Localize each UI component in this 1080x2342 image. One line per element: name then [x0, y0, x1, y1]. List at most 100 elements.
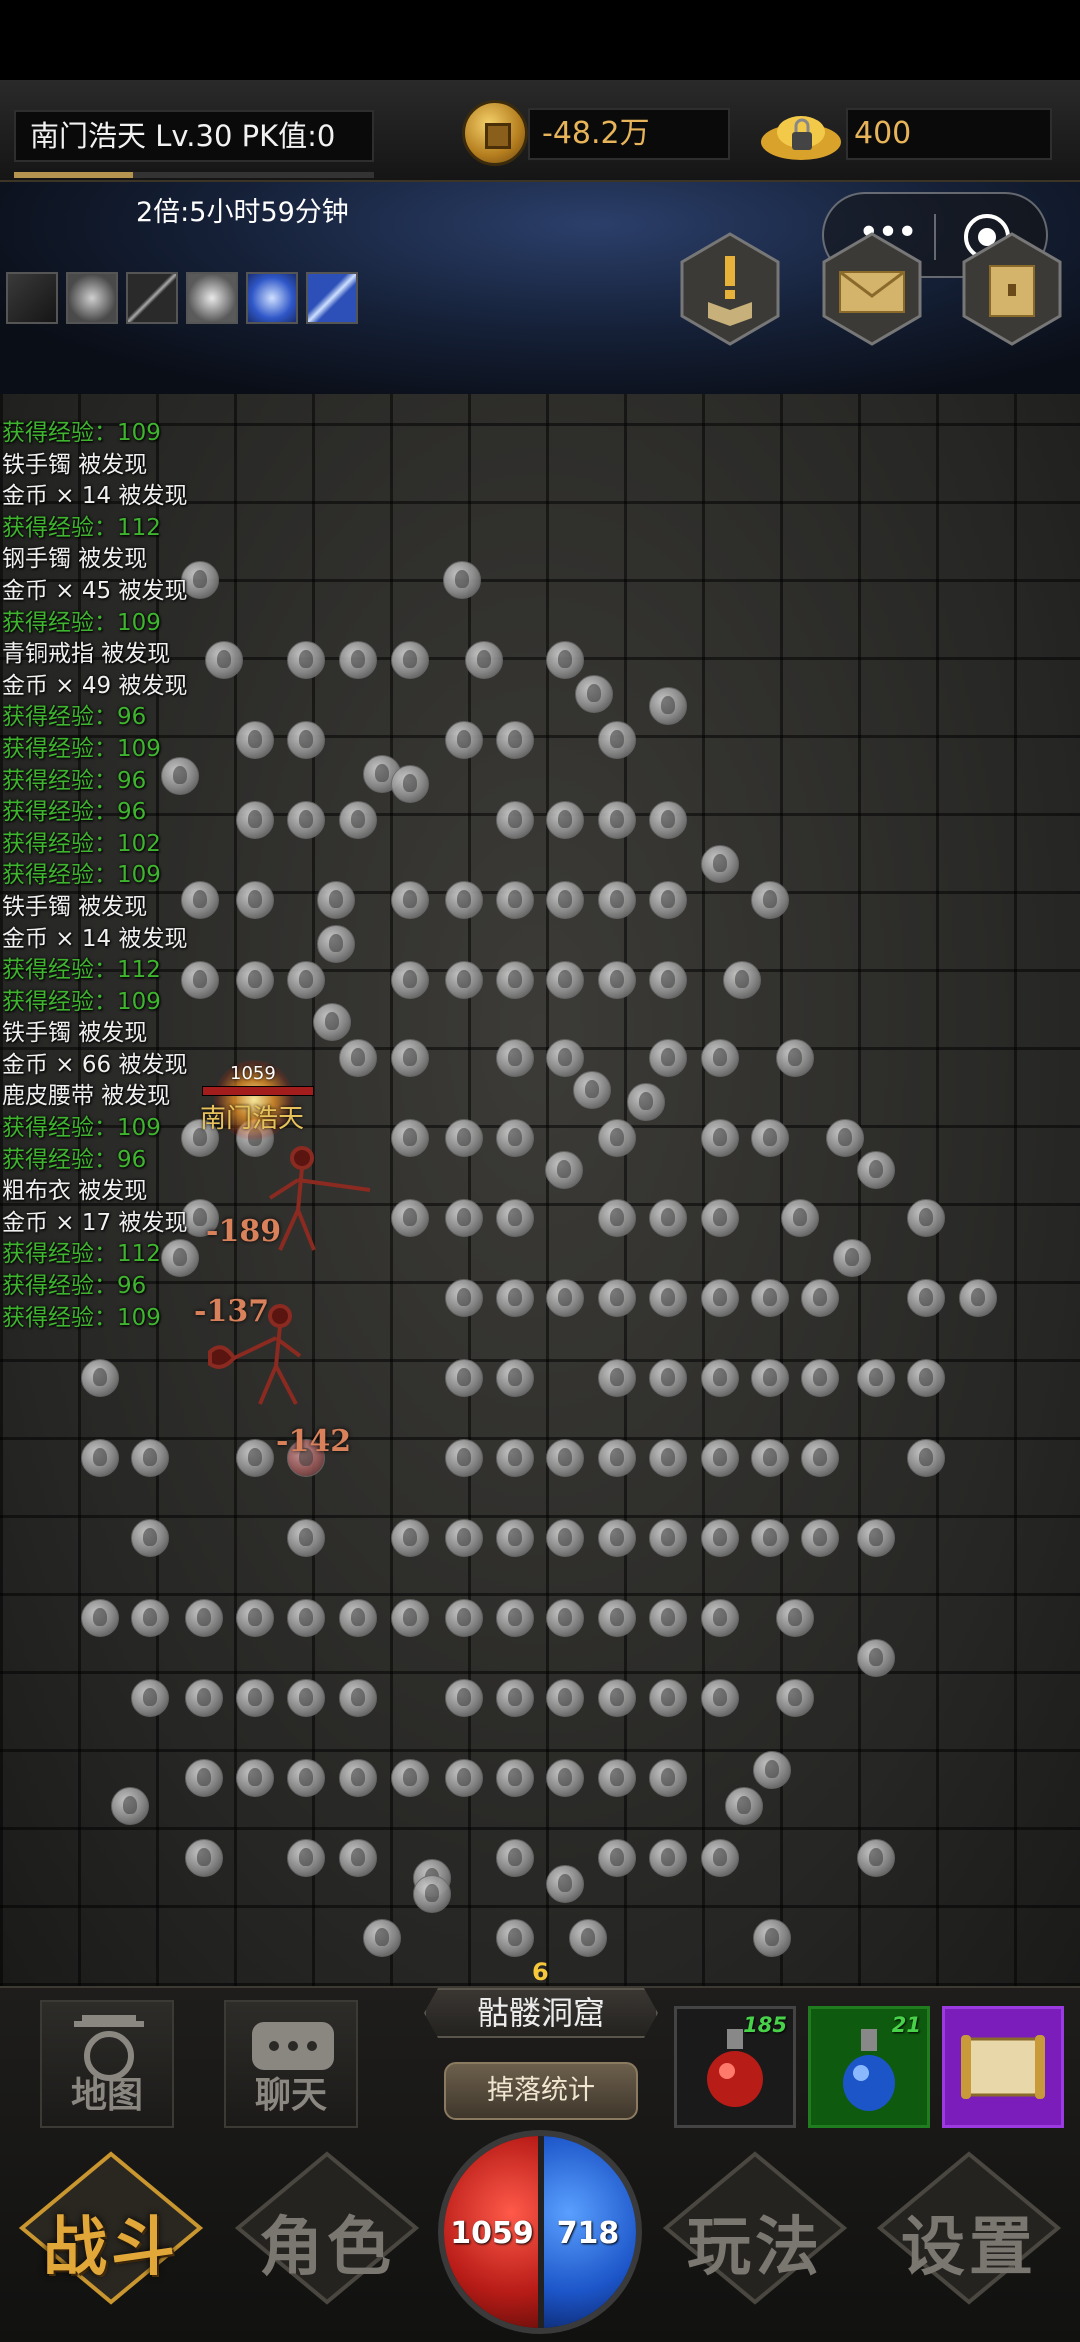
- monster-orb-icon[interactable]: [443, 561, 481, 599]
- monster-orb-icon[interactable]: [776, 1679, 814, 1717]
- skull-skill-icon[interactable]: [246, 272, 298, 324]
- monster-orb-icon[interactable]: [391, 1039, 429, 1077]
- monster-orb-icon[interactable]: [546, 1599, 584, 1637]
- monster-orb-icon[interactable]: [723, 961, 761, 999]
- monster-orb-icon[interactable]: [649, 1199, 687, 1237]
- monster-orb-icon[interactable]: [546, 1439, 584, 1477]
- monster-orb-icon[interactable]: [751, 881, 789, 919]
- monster-orb-icon[interactable]: [496, 801, 534, 839]
- monster-orb-icon[interactable]: [701, 1199, 739, 1237]
- monster-orb-icon[interactable]: [959, 1279, 997, 1317]
- drop-stats-button[interactable]: 掉落统计: [444, 2062, 638, 2120]
- monster-orb-icon[interactable]: [445, 1599, 483, 1637]
- monster-orb-icon[interactable]: [445, 1759, 483, 1797]
- monster-orb-icon[interactable]: [445, 1279, 483, 1317]
- monster-orb-icon[interactable]: [445, 1119, 483, 1157]
- monster-orb-icon[interactable]: [781, 1199, 819, 1237]
- monster-orb-icon[interactable]: [339, 641, 377, 679]
- monster-orb-icon[interactable]: [649, 1439, 687, 1477]
- hp-potion-slot[interactable]: 185: [674, 2006, 796, 2128]
- monster-orb-icon[interactable]: [857, 1839, 895, 1877]
- monster-orb-icon[interactable]: [236, 1679, 274, 1717]
- monster-orb-icon[interactable]: [751, 1439, 789, 1477]
- monster-orb-icon[interactable]: [111, 1787, 149, 1825]
- monster-orb-icon[interactable]: [339, 1039, 377, 1077]
- monster-orb-icon[interactable]: [131, 1679, 169, 1717]
- monster-orb-icon[interactable]: [496, 1039, 534, 1077]
- monster-orb-icon[interactable]: [598, 1759, 636, 1797]
- monster-orb-icon[interactable]: [546, 641, 584, 679]
- flame-skill-icon[interactable]: [66, 272, 118, 324]
- monster-orb-icon[interactable]: [649, 1839, 687, 1877]
- monster-orb-icon[interactable]: [445, 1359, 483, 1397]
- sword-skill-icon[interactable]: [126, 272, 178, 324]
- monster-orb-icon[interactable]: [287, 1599, 325, 1637]
- monster-orb-icon[interactable]: [826, 1119, 864, 1157]
- monster-orb-icon[interactable]: [598, 1199, 636, 1237]
- monster-orb-icon[interactable]: [546, 1865, 584, 1903]
- monster-orb-icon[interactable]: [496, 1839, 534, 1877]
- slash-skill-icon[interactable]: [6, 272, 58, 324]
- monster-orb-icon[interactable]: [496, 1759, 534, 1797]
- mail-button[interactable]: [822, 232, 922, 346]
- monster-orb-icon[interactable]: [649, 1679, 687, 1717]
- monster-orb-icon[interactable]: [496, 881, 534, 919]
- monster-orb-icon[interactable]: [317, 925, 355, 963]
- monster-orb-icon[interactable]: [753, 1751, 791, 1789]
- monster-orb-icon[interactable]: [496, 1439, 534, 1477]
- monster-orb-icon[interactable]: [445, 1519, 483, 1557]
- monster-orb-icon[interactable]: [545, 1151, 583, 1189]
- monster-orb-icon[interactable]: [649, 1519, 687, 1557]
- monster-orb-icon[interactable]: [445, 1199, 483, 1237]
- monster-orb-icon[interactable]: [185, 1759, 223, 1797]
- monster-orb-icon[interactable]: [701, 1279, 739, 1317]
- monster-orb-icon[interactable]: [701, 1839, 739, 1877]
- monster-orb-icon[interactable]: [185, 1679, 223, 1717]
- tab-battle[interactable]: 战斗: [16, 2148, 206, 2308]
- monster-orb-icon[interactable]: [857, 1639, 895, 1677]
- monster-orb-icon[interactable]: [546, 961, 584, 999]
- monster-orb-icon[interactable]: [339, 1599, 377, 1637]
- monster-orb-icon[interactable]: [445, 881, 483, 919]
- monster-orb-icon[interactable]: [801, 1359, 839, 1397]
- monster-orb-icon[interactable]: [546, 1279, 584, 1317]
- monster-orb-icon[interactable]: [131, 1519, 169, 1557]
- monster-orb-icon[interactable]: [339, 1679, 377, 1717]
- monster-orb-icon[interactable]: [598, 1519, 636, 1557]
- monster-orb-icon[interactable]: [546, 1039, 584, 1077]
- monster-orb-icon[interactable]: [445, 1439, 483, 1477]
- monster-orb-icon[interactable]: [907, 1439, 945, 1477]
- monster-orb-icon[interactable]: [598, 961, 636, 999]
- monster-orb-icon[interactable]: [339, 1839, 377, 1877]
- monster-orb-icon[interactable]: [751, 1359, 789, 1397]
- monster-orb-icon[interactable]: [496, 1679, 534, 1717]
- monster-orb-icon[interactable]: [701, 1119, 739, 1157]
- quest-book-button[interactable]: [680, 232, 780, 346]
- monster-orb-icon[interactable]: [546, 1759, 584, 1797]
- monster-orb-icon[interactable]: [496, 961, 534, 999]
- monster-orb-icon[interactable]: [287, 1759, 325, 1797]
- monster-orb-icon[interactable]: [496, 1919, 534, 1957]
- monster-orb-icon[interactable]: [649, 961, 687, 999]
- monster-orb-icon[interactable]: [701, 1039, 739, 1077]
- monster-orb-icon[interactable]: [131, 1599, 169, 1637]
- monster-orb-icon[interactable]: [701, 845, 739, 883]
- monster-orb-icon[interactable]: [701, 1359, 739, 1397]
- monster-orb-icon[interactable]: [445, 721, 483, 759]
- monster-orb-icon[interactable]: [907, 1279, 945, 1317]
- monster-orb-icon[interactable]: [776, 1039, 814, 1077]
- monster-orb-icon[interactable]: [236, 1759, 274, 1797]
- blade-skill-icon[interactable]: [306, 272, 358, 324]
- monster-orb-icon[interactable]: [598, 1599, 636, 1637]
- monster-orb-icon[interactable]: [598, 1119, 636, 1157]
- tab-gameplay[interactable]: 玩法: [660, 2148, 850, 2308]
- monster-orb-icon[interactable]: [649, 1359, 687, 1397]
- monster-orb-icon[interactable]: [649, 1039, 687, 1077]
- monster-orb-icon[interactable]: [598, 881, 636, 919]
- monster-orb-icon[interactable]: [751, 1279, 789, 1317]
- monster-orb-icon[interactable]: [496, 721, 534, 759]
- monster-orb-icon[interactable]: [598, 1279, 636, 1317]
- monster-orb-icon[interactable]: [391, 1199, 429, 1237]
- monster-orb-icon[interactable]: [496, 1359, 534, 1397]
- monster-orb-icon[interactable]: [445, 961, 483, 999]
